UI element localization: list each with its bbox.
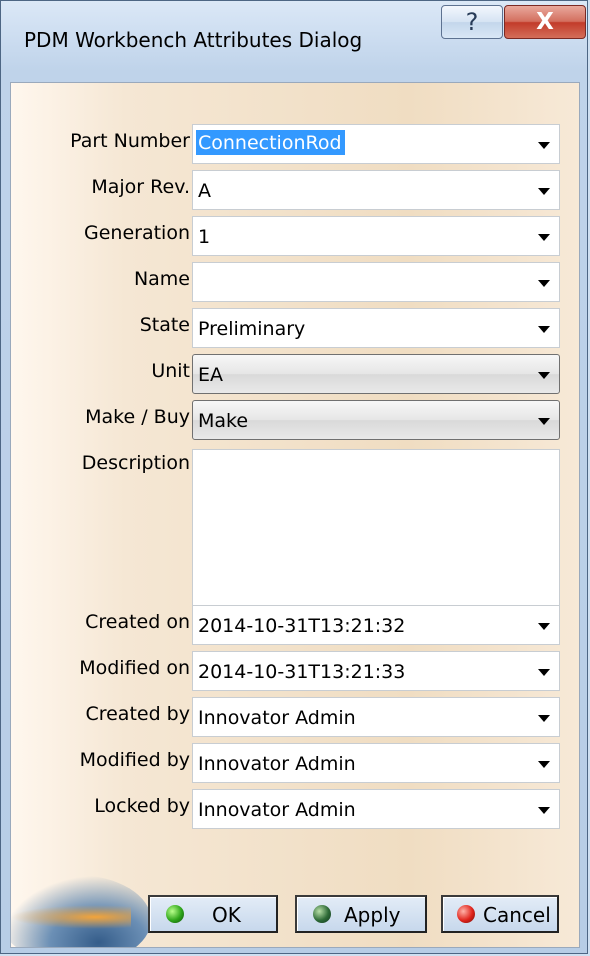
modified-by-label: Modified by [79, 749, 190, 771]
description-textarea[interactable] [192, 449, 560, 607]
cancel-button[interactable]: Cancel [441, 895, 559, 933]
created-on-combobox[interactable]: 2014-10-31T13:21:32 [192, 605, 560, 645]
part-number-row: Part Number ConnectionRod [11, 124, 579, 164]
created-on-value: 2014-10-31T13:21:32 [198, 615, 406, 637]
chevron-down-icon[interactable] [538, 807, 550, 814]
major-rev-row: Major Rev. A [11, 170, 579, 210]
chevron-down-icon[interactable] [538, 280, 550, 287]
description-label: Description [81, 452, 190, 474]
chevron-down-icon[interactable] [538, 418, 550, 425]
make-buy-dropdown[interactable]: Make [192, 400, 560, 440]
state-combobox[interactable]: Preliminary [192, 308, 560, 348]
modified-on-value: 2014-10-31T13:21:33 [198, 661, 406, 683]
chevron-down-icon[interactable] [538, 326, 550, 333]
title-bar[interactable]: PDM Workbench Attributes Dialog ? X [1, 1, 587, 81]
locked-by-combobox[interactable]: Innovator Admin [192, 789, 560, 829]
unit-dropdown[interactable]: EA [192, 354, 560, 394]
chevron-down-icon[interactable] [538, 142, 550, 149]
dialog-window: PDM Workbench Attributes Dialog ? X Part… [0, 0, 588, 954]
close-button[interactable]: X [504, 5, 586, 39]
chevron-down-icon[interactable] [538, 761, 550, 768]
name-label: Name [133, 268, 190, 290]
dark-green-dot-icon [313, 905, 331, 923]
question-mark-icon: ? [465, 8, 479, 36]
locked-by-value: Innovator Admin [198, 799, 356, 821]
created-by-row: Created by Innovator Admin [11, 697, 579, 737]
major-rev-combobox[interactable]: A [192, 170, 560, 210]
red-dot-icon [457, 905, 475, 923]
make-buy-value: Make [198, 410, 249, 432]
major-rev-label: Major Rev. [91, 176, 190, 198]
close-icon: X [536, 9, 554, 35]
part-number-label: Part Number [70, 130, 190, 152]
unit-label: Unit [151, 360, 190, 382]
modified-by-combobox[interactable]: Innovator Admin [192, 743, 560, 783]
state-row: State Preliminary [11, 308, 579, 348]
chevron-down-icon[interactable] [538, 715, 550, 722]
chevron-down-icon[interactable] [538, 188, 550, 195]
make-buy-row: Make / Buy Make [11, 400, 579, 440]
make-buy-label: Make / Buy [85, 406, 190, 428]
chevron-down-icon[interactable] [538, 372, 550, 379]
dialog-title: PDM Workbench Attributes Dialog [24, 28, 363, 52]
chevron-down-icon[interactable] [538, 234, 550, 241]
major-rev-value: A [198, 180, 211, 202]
green-dot-icon [166, 905, 184, 923]
dialog-body: Part Number ConnectionRod Major Rev. A G… [10, 82, 580, 948]
unit-value: EA [198, 364, 224, 386]
apply-button-label: Apply [344, 903, 401, 927]
apply-button[interactable]: Apply [295, 895, 427, 933]
locked-by-label: Locked by [94, 795, 190, 817]
modified-by-row: Modified by Innovator Admin [11, 743, 579, 783]
generation-row: Generation 1 [11, 216, 579, 256]
button-bar: OK Apply Cancel [11, 879, 579, 939]
name-combobox[interactable] [192, 262, 560, 302]
created-on-label: Created on [85, 611, 190, 633]
name-row: Name [11, 262, 579, 302]
created-by-combobox[interactable]: Innovator Admin [192, 697, 560, 737]
ok-button-label: OK [212, 903, 241, 927]
created-by-value: Innovator Admin [198, 707, 356, 729]
modified-on-combobox[interactable]: 2014-10-31T13:21:33 [192, 651, 560, 691]
modified-on-label: Modified on [79, 657, 190, 679]
modified-by-value: Innovator Admin [198, 753, 356, 775]
locked-by-row: Locked by Innovator Admin [11, 789, 579, 829]
state-value: Preliminary [198, 318, 306, 340]
generation-label: Generation [84, 222, 190, 244]
modified-on-row: Modified on 2014-10-31T13:21:33 [11, 651, 579, 691]
ok-button[interactable]: OK [148, 895, 278, 933]
generation-value: 1 [198, 226, 211, 248]
chevron-down-icon[interactable] [538, 623, 550, 630]
state-label: State [139, 314, 190, 336]
generation-combobox[interactable]: 1 [192, 216, 560, 256]
chevron-down-icon[interactable] [538, 669, 550, 676]
unit-row: Unit EA [11, 354, 579, 394]
help-button[interactable]: ? [441, 5, 503, 39]
cancel-button-label: Cancel [483, 903, 551, 927]
created-on-row: Created on 2014-10-31T13:21:32 [11, 605, 579, 645]
part-number-combobox[interactable]: ConnectionRod [192, 124, 560, 164]
part-number-value: ConnectionRod [196, 130, 345, 155]
created-by-label: Created by [85, 703, 190, 725]
